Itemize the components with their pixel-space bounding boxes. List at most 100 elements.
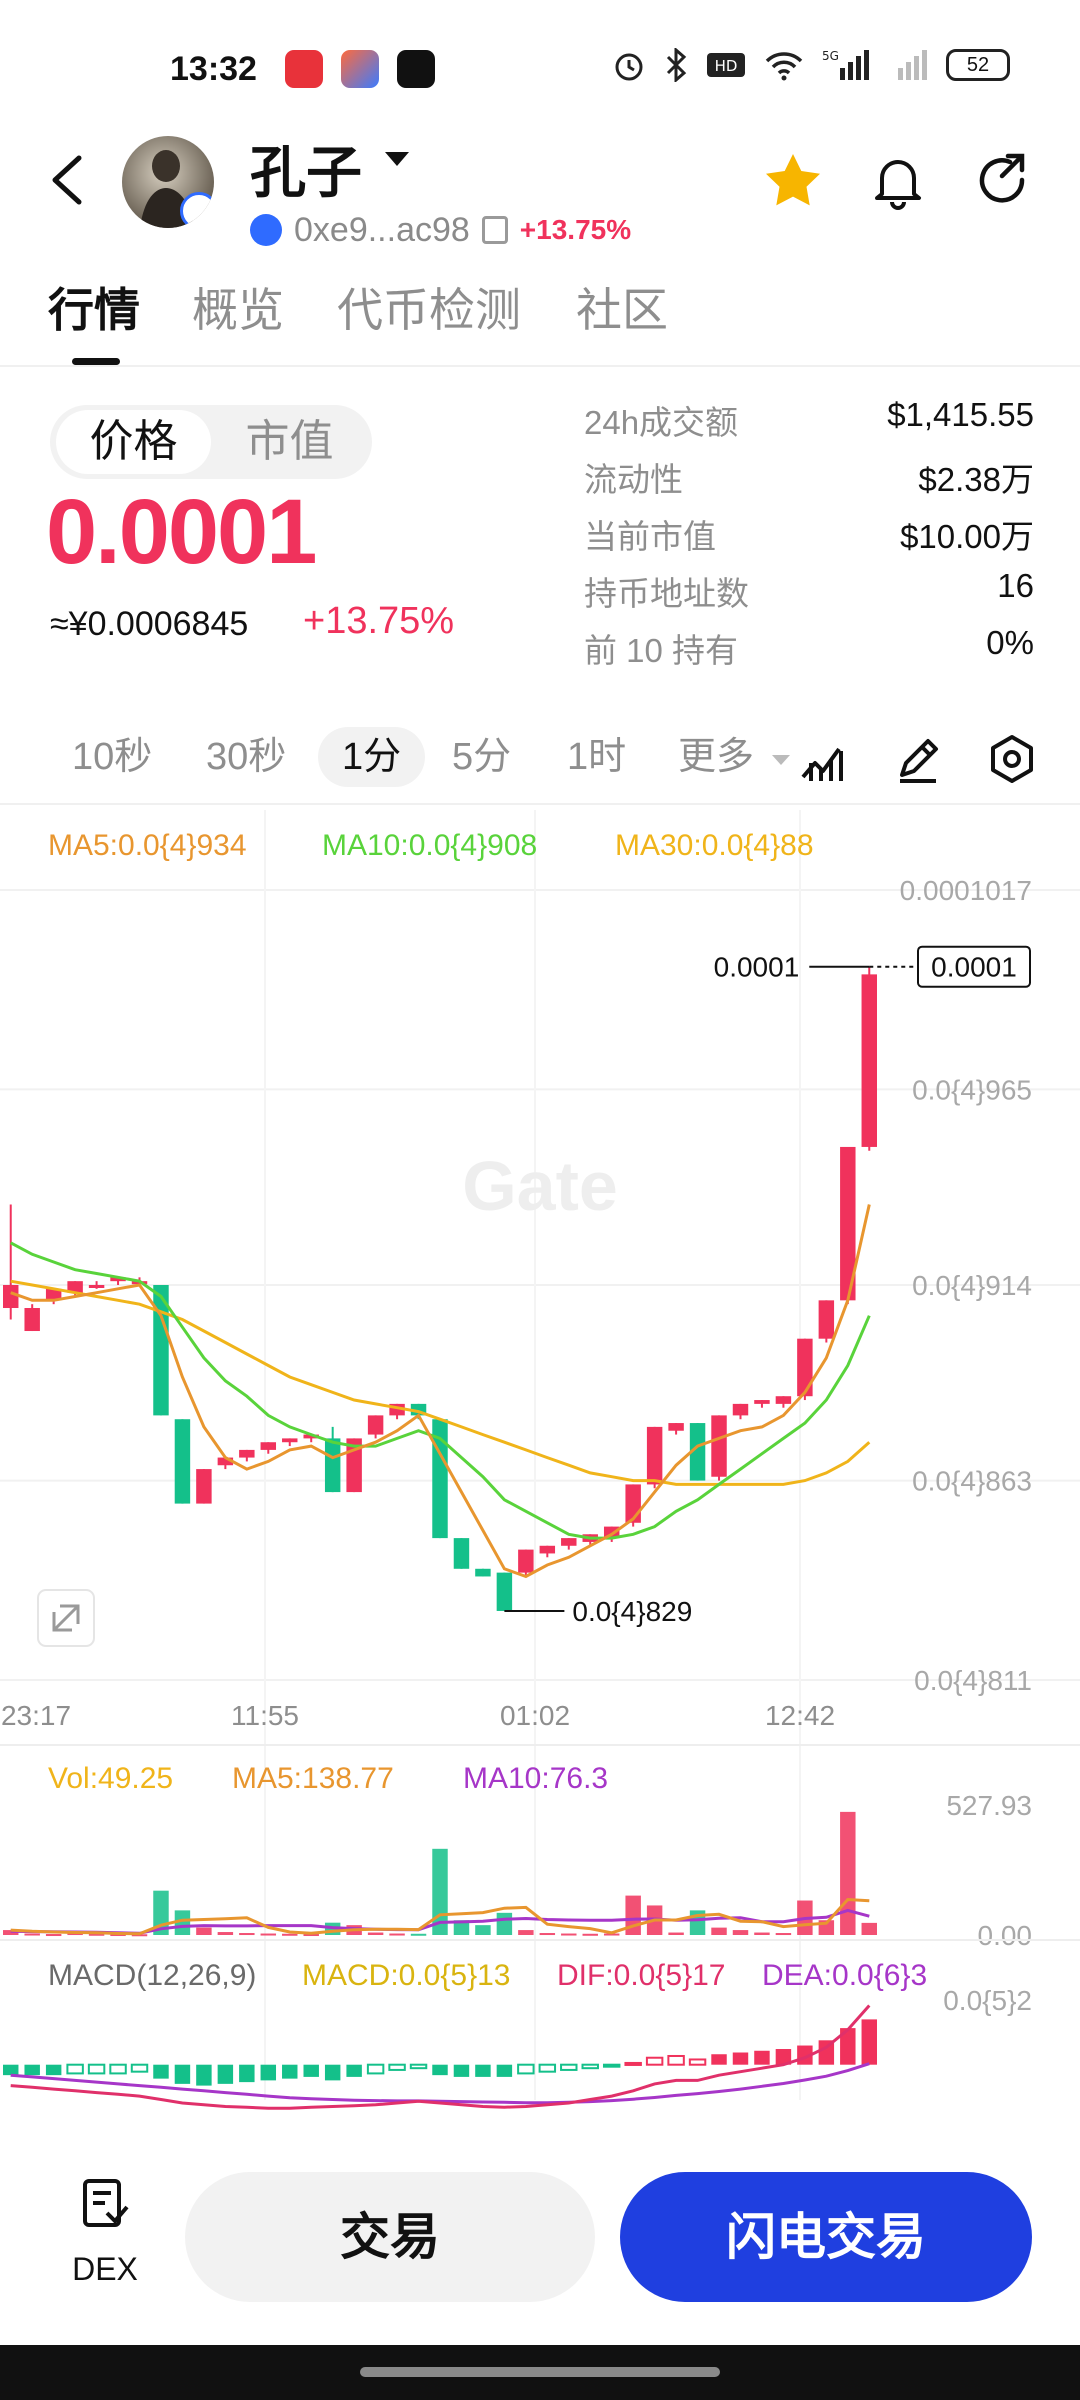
macd-histogram-bar bbox=[645, 2056, 664, 2066]
volume-bar bbox=[861, 1922, 877, 1935]
back-arrow-icon[interactable] bbox=[45, 150, 91, 210]
interval-10s[interactable]: 10秒 bbox=[72, 727, 152, 787]
volume-bar bbox=[754, 1932, 770, 1935]
stat-label: 24h成交额 bbox=[584, 404, 739, 441]
candle bbox=[496, 1572, 513, 1611]
last-price-label: 0.0001 bbox=[714, 952, 800, 983]
price-cny: ≈¥0.0006845 bbox=[50, 605, 249, 643]
macd-histogram-bar bbox=[388, 2063, 406, 2071]
stat-value: $2.38万 bbox=[918, 461, 1034, 498]
volume-bar bbox=[260, 1933, 277, 1936]
tab-market[interactable]: 行情 bbox=[48, 274, 140, 340]
interval-30s[interactable]: 30秒 bbox=[206, 727, 286, 787]
macd-histogram-bar bbox=[324, 2064, 341, 2081]
candle bbox=[88, 1285, 105, 1288]
tab-community[interactable]: 社区 bbox=[576, 274, 668, 340]
share-icon[interactable] bbox=[972, 150, 1034, 212]
candle bbox=[861, 974, 877, 1147]
dif-legend: DIF:0.0{5}17 bbox=[557, 1959, 725, 1992]
macd-histogram-bar bbox=[174, 2064, 191, 2084]
svg-text:HD: HD bbox=[715, 57, 738, 75]
toggle-price[interactable]: 价格 bbox=[56, 410, 211, 474]
indicator-icon[interactable] bbox=[797, 733, 849, 785]
x-axis-label: 23:17 bbox=[1, 1700, 71, 1731]
macd-histogram-bar bbox=[260, 2064, 277, 2081]
stat-label: 前 10 持有 bbox=[584, 632, 739, 669]
macd-histogram-bar bbox=[24, 2064, 40, 2076]
macd-histogram-bar bbox=[130, 2063, 149, 2073]
stat-value: $10.00万 bbox=[900, 518, 1034, 555]
stat-value: 16 bbox=[997, 567, 1034, 604]
candle bbox=[196, 1469, 212, 1504]
home-indicator[interactable] bbox=[360, 2367, 720, 2377]
favorite-star-icon[interactable] bbox=[762, 150, 824, 212]
macd-histogram-bar bbox=[667, 2054, 685, 2066]
vol-legend: Vol:49.25 bbox=[48, 1762, 173, 1795]
token-name[interactable]: 孔子 bbox=[250, 128, 362, 209]
macd-histogram-bar bbox=[581, 2063, 599, 2070]
dex-button[interactable]: DEX bbox=[50, 2177, 160, 2288]
y-axis-label: 0.0{4}914 bbox=[912, 1270, 1032, 1301]
token-header: 孔子 0xe9...ac98 +13.75% bbox=[0, 120, 1080, 260]
candle bbox=[711, 1415, 727, 1477]
candle bbox=[324, 1438, 341, 1493]
tab-token-check[interactable]: 代币检测 bbox=[337, 274, 521, 340]
copy-icon[interactable] bbox=[481, 216, 508, 244]
alarm-icon bbox=[615, 53, 643, 81]
candle bbox=[260, 1442, 277, 1450]
volume-bar bbox=[711, 1927, 727, 1935]
tab-overview[interactable]: 概览 bbox=[192, 274, 284, 340]
volume-bar bbox=[367, 1932, 384, 1935]
macd-histogram-bar bbox=[732, 2052, 749, 2065]
x-axis-label: 01:02 bbox=[500, 1700, 570, 1731]
chevron-down-icon[interactable] bbox=[385, 152, 409, 166]
vol-ma10-legend: MA10:76.3 bbox=[463, 1762, 608, 1795]
macd-histogram-bar bbox=[109, 2063, 127, 2075]
volume-bar bbox=[518, 1930, 534, 1935]
price-chart[interactable]: Gate MA5:0.0{4}934 MA10:0.0{4}908 MA30:0.0{… bbox=[0, 810, 1080, 2125]
interval-more[interactable]: 更多 bbox=[678, 727, 754, 787]
interval-1m[interactable]: 1分 bbox=[318, 727, 426, 787]
music-app-icon bbox=[285, 50, 323, 88]
macd-title: MACD(12,26,9) bbox=[48, 1959, 256, 1992]
settings-hex-icon[interactable] bbox=[986, 733, 1038, 785]
volume-bar bbox=[239, 1933, 255, 1936]
interval-1h[interactable]: 1时 bbox=[567, 727, 626, 787]
stat-value: 0% bbox=[986, 624, 1034, 661]
flash-trade-button[interactable]: 闪电交易 bbox=[620, 2172, 1032, 2302]
bell-icon[interactable] bbox=[867, 150, 929, 212]
bottom-action-bar: DEX 交易 闪电交易 bbox=[0, 2125, 1080, 2345]
macd-histogram-bar bbox=[239, 2064, 255, 2083]
tiktok-icon bbox=[397, 50, 435, 88]
header-change: +13.75% bbox=[519, 214, 632, 245]
stat-top10: 前 10 持有 0% bbox=[584, 618, 1034, 675]
macd-histogram-bar bbox=[688, 2058, 707, 2066]
volume-bar bbox=[775, 1933, 792, 1936]
bluetooth-icon bbox=[666, 48, 687, 82]
status-time: 13:32 bbox=[170, 50, 257, 88]
volume-bar bbox=[582, 1933, 598, 1936]
low-price-label: 0.0{4}829 bbox=[572, 1596, 692, 1627]
candle bbox=[646, 1426, 663, 1485]
ma30-legend: MA30:0.0{4}88 bbox=[615, 829, 814, 862]
macd-histogram-bar bbox=[409, 2063, 428, 2070]
volume-bar bbox=[389, 1933, 405, 1936]
candle bbox=[475, 1568, 491, 1577]
gesture-bar bbox=[0, 2345, 1080, 2400]
trade-button[interactable]: 交易 bbox=[185, 2172, 595, 2302]
macd-histogram-bar bbox=[366, 2063, 385, 2075]
volume-bar bbox=[45, 1934, 62, 1937]
interval-5m[interactable]: 5分 bbox=[452, 727, 511, 787]
candle bbox=[174, 1419, 191, 1504]
candle bbox=[668, 1423, 684, 1431]
candle bbox=[797, 1338, 813, 1397]
macd-histogram-bar bbox=[432, 2064, 448, 2076]
draw-pencil-icon[interactable] bbox=[892, 733, 944, 785]
macd-histogram-bar bbox=[517, 2063, 535, 2075]
toggle-market-cap[interactable]: 市值 bbox=[212, 410, 367, 474]
macd-histogram-bar bbox=[453, 2064, 470, 2077]
candle bbox=[282, 1438, 298, 1443]
stat-volume-24h: 24h成交额 $1,415.55 bbox=[584, 390, 1034, 447]
volume-bar bbox=[24, 1933, 40, 1936]
battery-indicator: 52 bbox=[946, 49, 1010, 81]
